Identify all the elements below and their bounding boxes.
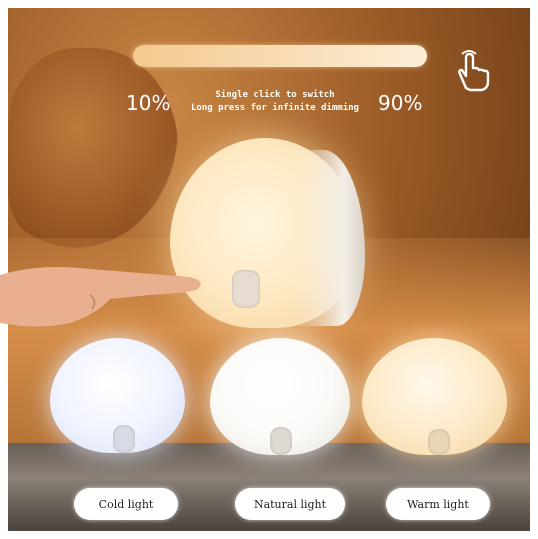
main-light-sensor-button <box>232 270 260 308</box>
cold-lamp-button <box>113 425 135 453</box>
instruction-text: Single click to switch Long press for in… <box>180 89 370 115</box>
instruction-line-2: Long press for infinite dimming <box>191 103 359 113</box>
hand-tap-icon <box>458 50 490 92</box>
brightness-min-label: 10% <box>126 91 171 115</box>
natural-lamp-button <box>270 427 292 455</box>
brightness-slider-track <box>133 45 427 67</box>
brightness-max-label: 90% <box>378 91 423 115</box>
instruction-line-1: Single click to switch <box>215 90 335 100</box>
background-pillow <box>8 48 178 248</box>
warm-lamp-button <box>428 429 450 455</box>
natural-light-label: Natural light <box>235 488 345 520</box>
warm-light-label: Warm light <box>386 488 490 520</box>
cold-light-label: Cold light <box>74 488 178 520</box>
hand-finger <box>0 267 201 327</box>
